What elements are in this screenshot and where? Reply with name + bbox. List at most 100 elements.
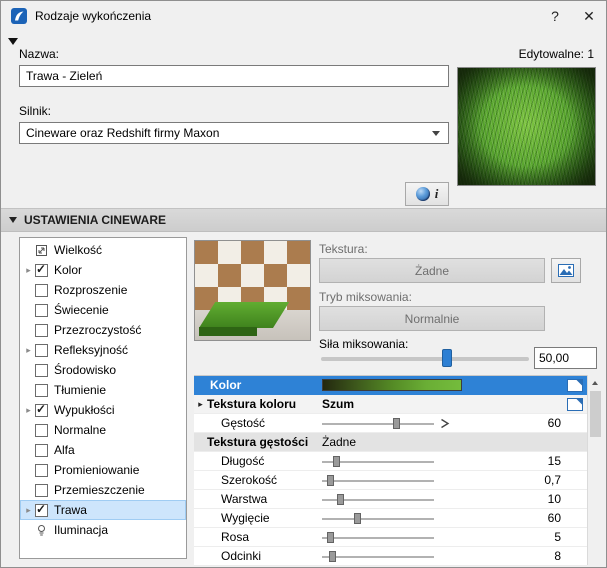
scroll-up-icon[interactable] bbox=[588, 375, 602, 390]
prop-row-tekstura-gestosci[interactable]: Tekstura gęstościŻadne bbox=[194, 433, 587, 452]
checker-wall bbox=[195, 241, 310, 310]
titlebar: Rodzaje wykończenia ? ✕ bbox=[1, 1, 606, 31]
channel-checkbox[interactable] bbox=[35, 404, 48, 417]
prop-number-value[interactable]: 60 bbox=[548, 511, 561, 525]
prop-row-dlugosc[interactable]: Długość15 bbox=[194, 452, 587, 471]
tree-item-normalne[interactable]: Normalne bbox=[20, 420, 186, 440]
texture-browse-button[interactable] bbox=[551, 258, 581, 283]
help-button[interactable]: ? bbox=[538, 1, 572, 31]
blend-strength-slider-track[interactable] bbox=[321, 357, 529, 361]
prop-row-tekstura-koloru[interactable]: Tekstura koloruSzum bbox=[194, 395, 587, 414]
expand-arrow-icon[interactable] bbox=[22, 340, 35, 360]
channel-checkbox[interactable] bbox=[35, 464, 48, 477]
channel-checkbox[interactable] bbox=[35, 484, 48, 497]
tree-item-swiecenie[interactable]: Świecenie bbox=[20, 300, 186, 320]
prop-row-gestosc[interactable]: Gęstość 60 bbox=[194, 414, 587, 433]
tree-item-label: Świecenie bbox=[54, 303, 109, 317]
tree-item-przemieszczenie[interactable]: Przemieszczenie bbox=[20, 480, 186, 500]
prop-number-value[interactable]: 15 bbox=[548, 454, 561, 468]
channel-checkbox[interactable] bbox=[35, 364, 48, 377]
prop-label: Szerokość bbox=[221, 473, 277, 487]
info-icon: i bbox=[435, 186, 439, 202]
cineware-info-button[interactable]: i bbox=[405, 182, 449, 206]
panel-collapse-icon[interactable] bbox=[8, 38, 18, 45]
name-input[interactable]: Trawa - Zieleń bbox=[19, 65, 449, 87]
prop-slider-track[interactable] bbox=[322, 518, 434, 520]
prop-slider-thumb[interactable] bbox=[354, 513, 361, 524]
prop-slider-track[interactable] bbox=[322, 537, 434, 539]
prop-number-value[interactable]: 60 bbox=[548, 416, 561, 430]
tree-item-label: Tłumienie bbox=[54, 383, 106, 397]
grass-properties-table: Kolor Tekstura koloruSzum Gęstość 60 Tekstu… bbox=[194, 375, 587, 565]
engine-dropdown[interactable]: Cineware oraz Redshift firmy Maxon bbox=[19, 122, 449, 144]
slider-marker-icon bbox=[440, 418, 450, 429]
close-button[interactable]: ✕ bbox=[572, 1, 606, 31]
prop-slider-track[interactable] bbox=[322, 423, 434, 425]
tree-item-srodowisko[interactable]: Środowisko bbox=[20, 360, 186, 380]
prop-number-value[interactable]: 0,7 bbox=[544, 473, 561, 487]
tree-item-alfa[interactable]: Alfa bbox=[20, 440, 186, 460]
tree-item-label: Normalne bbox=[54, 423, 106, 437]
expand-arrow-icon[interactable] bbox=[22, 260, 35, 280]
channel-checkbox[interactable] bbox=[35, 384, 48, 397]
prop-row-kolor[interactable]: Kolor bbox=[194, 376, 587, 395]
texture-slot-icon[interactable] bbox=[567, 379, 583, 392]
prop-number-value[interactable]: 5 bbox=[554, 530, 561, 544]
prop-slider-track[interactable] bbox=[322, 556, 434, 558]
prop-slider-track[interactable] bbox=[322, 480, 434, 482]
tree-item-trawa[interactable]: Trawa bbox=[20, 500, 186, 520]
blend-mode-button-label: Normalnie bbox=[405, 312, 460, 326]
prop-row-wygiecie[interactable]: Wygięcie 60 bbox=[194, 509, 587, 528]
prop-row-szerokosc[interactable]: Szerokość 0,7 bbox=[194, 471, 587, 490]
prop-number-value[interactable]: 8 bbox=[554, 549, 561, 563]
properties-scrollbar[interactable] bbox=[587, 375, 602, 565]
channel-checkbox[interactable] bbox=[35, 304, 48, 317]
tree-item-wielkosc[interactable]: Wielkość bbox=[20, 240, 186, 260]
channel-checkbox[interactable] bbox=[35, 284, 48, 297]
prop-number-value[interactable]: 10 bbox=[548, 492, 561, 506]
channel-checkbox[interactable] bbox=[35, 504, 48, 517]
tree-item-iluminacja[interactable]: Iluminacja bbox=[20, 520, 186, 540]
prop-slider-thumb[interactable] bbox=[329, 551, 336, 562]
tree-item-rozproszenie[interactable]: Rozproszenie bbox=[20, 280, 186, 300]
prop-slider-thumb[interactable] bbox=[327, 475, 334, 486]
expand-arrow-icon[interactable] bbox=[22, 500, 35, 520]
texture-slot-icon[interactable] bbox=[567, 398, 583, 411]
prop-row-odcinki[interactable]: Odcinki8 bbox=[194, 547, 587, 566]
prop-slider-thumb[interactable] bbox=[333, 456, 340, 467]
tree-item-label: Środowisko bbox=[54, 363, 116, 377]
channel-checkbox[interactable] bbox=[35, 444, 48, 457]
engine-label: Silnik: bbox=[19, 104, 51, 118]
channel-checkbox[interactable] bbox=[35, 424, 48, 437]
texture-button-label: Żadne bbox=[415, 264, 449, 278]
tree-item-tlumienie[interactable]: Tłumienie bbox=[20, 380, 186, 400]
section-title: USTAWIENIA CINEWARE bbox=[24, 213, 166, 227]
tree-item-przezroczystosc[interactable]: Przezroczystość bbox=[20, 320, 186, 340]
prop-row-rosa[interactable]: Rosa5 bbox=[194, 528, 587, 547]
channel-checkbox[interactable] bbox=[35, 324, 48, 337]
prop-label: Gęstość bbox=[221, 416, 265, 430]
material-preview-image bbox=[457, 67, 596, 186]
color-gradient-bar[interactable] bbox=[322, 379, 462, 391]
prop-slider-thumb[interactable] bbox=[327, 532, 334, 543]
blend-strength-slider-thumb[interactable] bbox=[442, 349, 452, 367]
section-header-cineware[interactable]: USTAWIENIA CINEWARE bbox=[1, 208, 606, 232]
prop-slider-thumb[interactable] bbox=[337, 494, 344, 505]
blend-mode-button[interactable]: Normalnie bbox=[319, 306, 545, 331]
prop-slider-thumb[interactable] bbox=[393, 418, 400, 429]
blend-strength-input[interactable]: 50,00 bbox=[534, 347, 597, 369]
tree-item-label: Wielkość bbox=[54, 243, 102, 257]
prop-row-warstwa[interactable]: Warstwa10 bbox=[194, 490, 587, 509]
scrollbar-thumb[interactable] bbox=[590, 391, 601, 437]
channel-checkbox[interactable] bbox=[35, 344, 48, 357]
tree-item-refleksyjnosc[interactable]: Refleksyjność bbox=[20, 340, 186, 360]
tree-item-wypuklosci[interactable]: Wypukłości bbox=[20, 400, 186, 420]
tree-item-promieniowanie[interactable]: Promieniowanie bbox=[20, 460, 186, 480]
tree-item-kolor[interactable]: Kolor bbox=[20, 260, 186, 280]
texture-button[interactable]: Żadne bbox=[319, 258, 545, 283]
channel-checkbox[interactable] bbox=[35, 264, 48, 277]
expand-arrow-icon[interactable] bbox=[22, 400, 35, 420]
prop-label: Wygięcie bbox=[221, 511, 270, 525]
cinema4d-icon bbox=[416, 187, 430, 201]
expand-arrow-icon[interactable] bbox=[194, 399, 207, 410]
